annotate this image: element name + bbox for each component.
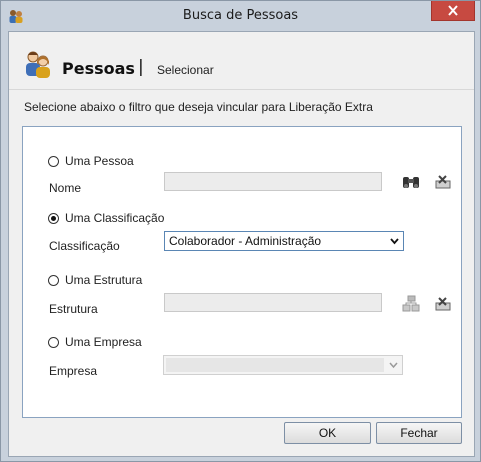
- title-bar[interactable]: Busca de Pessoas: [1, 1, 480, 31]
- filter-panel: Uma Pessoa Nome Uma Classificação Classi…: [22, 126, 462, 418]
- radio-uma-empresa[interactable]: Uma Empresa: [48, 335, 142, 349]
- radio-label: Uma Pessoa: [65, 154, 134, 168]
- radio-button[interactable]: [48, 155, 59, 167]
- chevron-down-icon: [390, 238, 399, 245]
- radio-uma-classificacao[interactable]: Uma Classificação: [48, 211, 164, 225]
- estrutura-field[interactable]: [164, 293, 382, 312]
- radio-button[interactable]: [48, 212, 59, 224]
- radio-label: Uma Estrutura: [65, 273, 143, 287]
- eraser-icon[interactable]: [433, 296, 453, 312]
- estrutura-label: Estrutura: [49, 302, 98, 316]
- title-separator: |: [138, 57, 144, 77]
- dialog-body: Pessoas | Selecionar Selecione abaixo o …: [8, 31, 475, 457]
- page-title: Pessoas: [62, 59, 135, 78]
- nome-field[interactable]: [164, 172, 382, 191]
- radio-uma-pessoa[interactable]: Uma Pessoa: [48, 154, 134, 168]
- binoculars-icon[interactable]: [401, 174, 421, 190]
- page-subtitle: Selecionar: [157, 63, 214, 77]
- radio-label: Uma Empresa: [65, 335, 142, 349]
- empresa-label: Empresa: [49, 364, 98, 378]
- structure-icon[interactable]: [401, 295, 421, 312]
- nome-label: Nome: [49, 181, 82, 195]
- close-window-button[interactable]: [431, 1, 475, 21]
- radio-label: Uma Classificação: [65, 211, 165, 225]
- eraser-icon[interactable]: [433, 174, 453, 190]
- empresa-select[interactable]: [163, 355, 403, 375]
- fechar-button[interactable]: Fechar: [376, 422, 462, 444]
- instruction-text: Selecione abaixo o filtro que deseja vin…: [24, 100, 373, 114]
- people-icon: [23, 49, 53, 79]
- radio-button[interactable]: [48, 274, 59, 286]
- divider: [9, 89, 474, 90]
- close-icon: [448, 5, 458, 16]
- chevron-down-icon: [389, 362, 398, 369]
- dialog-window: Busca de Pessoas Pessoas | Selecionar Se…: [0, 0, 481, 462]
- window-title: Busca de Pessoas: [182, 8, 299, 23]
- radio-uma-estrutura[interactable]: Uma Estrutura: [48, 273, 142, 287]
- classificacao-select[interactable]: Colaborador - Administração: [164, 231, 404, 251]
- ok-button[interactable]: OK: [284, 422, 371, 444]
- select-value-area: [166, 358, 384, 372]
- select-value: Colaborador - Administração: [169, 234, 322, 248]
- classificacao-label: Classificação: [49, 239, 120, 253]
- radio-button[interactable]: [48, 336, 59, 348]
